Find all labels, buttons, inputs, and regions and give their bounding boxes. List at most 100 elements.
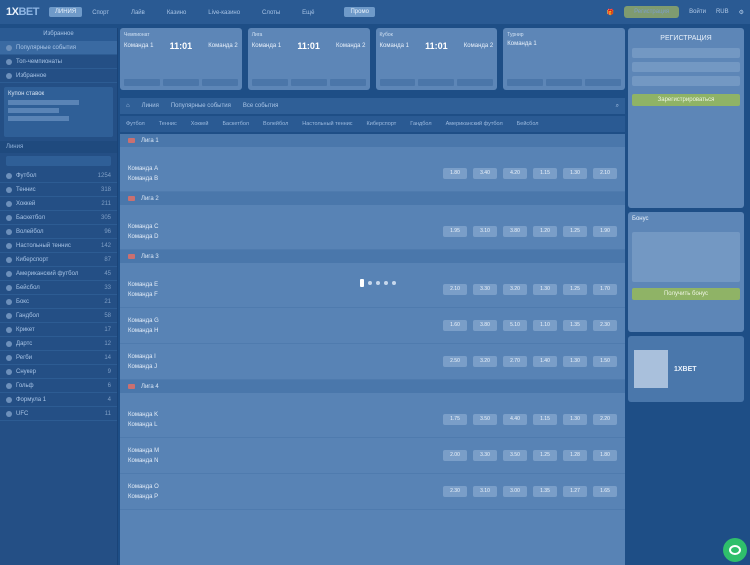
odd-button[interactable]: 3.80: [503, 226, 527, 237]
sidebar-item-sport[interactable]: Бокс 21: [0, 295, 117, 309]
breadcrumb-item[interactable]: Линия: [142, 103, 159, 109]
app-download-panel[interactable]: 1XBET: [628, 336, 744, 402]
bonus-button[interactable]: Получить бонус: [632, 288, 740, 300]
odd-button[interactable]: [418, 79, 455, 86]
nav-item[interactable]: Live-казино: [208, 10, 240, 16]
nav-item[interactable]: Слоты: [262, 10, 280, 16]
event-row[interactable]: Команда A Команда B 1.80 3.40 4.20 1.15 1.30 2.…: [120, 156, 625, 192]
event-row[interactable]: Команда I Команда J 2.50 3.20 2.70 1.40 1.30 1.…: [120, 344, 625, 380]
user-menu[interactable]: ЛИНИЯ: [48, 7, 83, 17]
nav-item[interactable]: Спорт: [92, 10, 109, 16]
odd-button[interactable]: 2.10: [443, 284, 467, 295]
sidebar-item-sport[interactable]: Гандбол 58: [0, 309, 117, 323]
nav-item[interactable]: Казино: [167, 10, 187, 16]
currency-field[interactable]: [632, 62, 740, 72]
odd-button[interactable]: [124, 79, 160, 86]
odd-button[interactable]: 1.28: [563, 450, 587, 461]
sport-tab[interactable]: Баскетбол: [222, 121, 249, 127]
sport-tab[interactable]: Американский футбол: [446, 121, 503, 127]
sport-tab[interactable]: Хоккей: [191, 121, 209, 127]
sidebar-item-sport[interactable]: Футбол 1254: [0, 169, 117, 183]
odd-button[interactable]: 1.80: [443, 168, 467, 179]
tab-promo[interactable]: Промо: [344, 7, 375, 17]
odd-button[interactable]: 1.65: [593, 486, 617, 497]
sidebar-item-sport[interactable]: Крикет 17: [0, 323, 117, 337]
odd-button[interactable]: 1.90: [593, 226, 617, 237]
odd-button[interactable]: 2.10: [593, 168, 617, 179]
odd-button[interactable]: [251, 79, 288, 86]
sidebar-item-sport[interactable]: Снукер 9: [0, 365, 117, 379]
sport-tab[interactable]: Бейсбол: [517, 121, 539, 127]
odd-button[interactable]: 1.15: [533, 414, 557, 425]
register-submit-button[interactable]: Зарегистрироваться: [632, 94, 740, 106]
odd-button[interactable]: [457, 79, 494, 86]
odd-button[interactable]: 1.70: [593, 284, 617, 295]
odd-button[interactable]: [507, 79, 544, 86]
odd-button[interactable]: 2.20: [593, 414, 617, 425]
odd-button[interactable]: 1.80: [593, 450, 617, 461]
odd-button[interactable]: 3.50: [503, 450, 527, 461]
odd-button[interactable]: 1.35: [563, 320, 587, 331]
odd-button[interactable]: 3.40: [473, 168, 497, 179]
chat-icon[interactable]: [723, 538, 747, 562]
odd-button[interactable]: 1.50: [593, 356, 617, 367]
breadcrumb-item[interactable]: Все события: [243, 103, 279, 109]
sidebar-item-sport[interactable]: Гольф 6: [0, 379, 117, 393]
sidebar-item-sport[interactable]: Киберспорт 87: [0, 253, 117, 267]
sidebar-item-sport[interactable]: Хоккей 211: [0, 197, 117, 211]
odd-button[interactable]: 3.50: [473, 414, 497, 425]
sidebar-item-sport[interactable]: Волейбол 96: [0, 225, 117, 239]
odd-button[interactable]: 1.15: [533, 168, 557, 179]
event-row[interactable]: Команда K Команда L 1.75 3.50 4.40 1.15 1.30 2.…: [120, 402, 625, 438]
odd-button[interactable]: 4.20: [503, 168, 527, 179]
sport-tab[interactable]: Футбол: [126, 121, 145, 127]
nav-item[interactable]: Ещё: [302, 10, 314, 16]
sidebar-item-sport[interactable]: Теннис 318: [0, 183, 117, 197]
sidebar-item-sport[interactable]: Американский футбол 45: [0, 267, 117, 281]
odd-button[interactable]: 1.40: [533, 356, 557, 367]
odd-button[interactable]: 3.30: [473, 450, 497, 461]
sidebar-item-top[interactable]: Топ-чемпионаты: [0, 55, 117, 69]
odd-button[interactable]: 1.60: [443, 320, 467, 331]
event-row[interactable]: Команда M Команда N 2.00 3.30 3.50 1.25 1.28 1.…: [120, 438, 625, 474]
odd-button[interactable]: 1.30: [563, 356, 587, 367]
event-row[interactable]: Команда G Команда H 1.60 3.80 5.10 1.10 1.35 2.…: [120, 308, 625, 344]
sidebar-item-popular[interactable]: Популярные события: [0, 41, 117, 55]
login-link[interactable]: Войти: [689, 9, 706, 15]
odd-button[interactable]: 3.20: [473, 356, 497, 367]
odd-button[interactable]: 4.40: [503, 414, 527, 425]
odd-button[interactable]: [379, 79, 416, 86]
odd-button[interactable]: 1.25: [533, 450, 557, 461]
odd-button[interactable]: 1.75: [443, 414, 467, 425]
nav-item[interactable]: Лайв: [131, 10, 145, 16]
odd-button[interactable]: 2.70: [503, 356, 527, 367]
odd-button[interactable]: 1.30: [563, 414, 587, 425]
odd-button[interactable]: 2.30: [593, 320, 617, 331]
phone-field[interactable]: [632, 48, 740, 58]
odd-button[interactable]: [201, 79, 238, 86]
odd-button[interactable]: 5.10: [503, 320, 527, 331]
odd-button[interactable]: 3.30: [473, 284, 497, 295]
sport-tab[interactable]: Киберспорт: [367, 121, 397, 127]
currency-select[interactable]: RUB: [716, 9, 729, 15]
register-button[interactable]: Регистрация: [624, 6, 680, 18]
promo-code-field[interactable]: [632, 76, 740, 86]
league-header[interactable]: Лига 2: [120, 192, 625, 205]
odd-button[interactable]: 1.30: [533, 284, 557, 295]
breadcrumb-item[interactable]: Популярные события: [171, 103, 231, 109]
sport-tab[interactable]: Волейбол: [263, 121, 288, 127]
search-icon[interactable]: ⌕: [616, 103, 619, 110]
live-card[interactable]: Кубок Команда 1 11:01 Команда 2: [375, 28, 498, 90]
gift-icon[interactable]: 🎁: [607, 9, 614, 16]
sidebar-item-sport[interactable]: UFC 11: [0, 407, 117, 421]
odd-button[interactable]: [290, 79, 327, 86]
sidebar-item-sport[interactable]: Формула 1 4: [0, 393, 117, 407]
odd-button[interactable]: 1.25: [563, 284, 587, 295]
sidebar-item-sport[interactable]: Бейсбол 33: [0, 281, 117, 295]
odd-button[interactable]: 2.30: [443, 486, 467, 497]
sidebar-item-sport[interactable]: Регби 14: [0, 351, 117, 365]
odd-button[interactable]: 1.95: [443, 226, 467, 237]
sport-filter-input[interactable]: [6, 156, 111, 166]
odd-button[interactable]: 1.20: [533, 226, 557, 237]
odd-button[interactable]: 3.10: [473, 226, 497, 237]
